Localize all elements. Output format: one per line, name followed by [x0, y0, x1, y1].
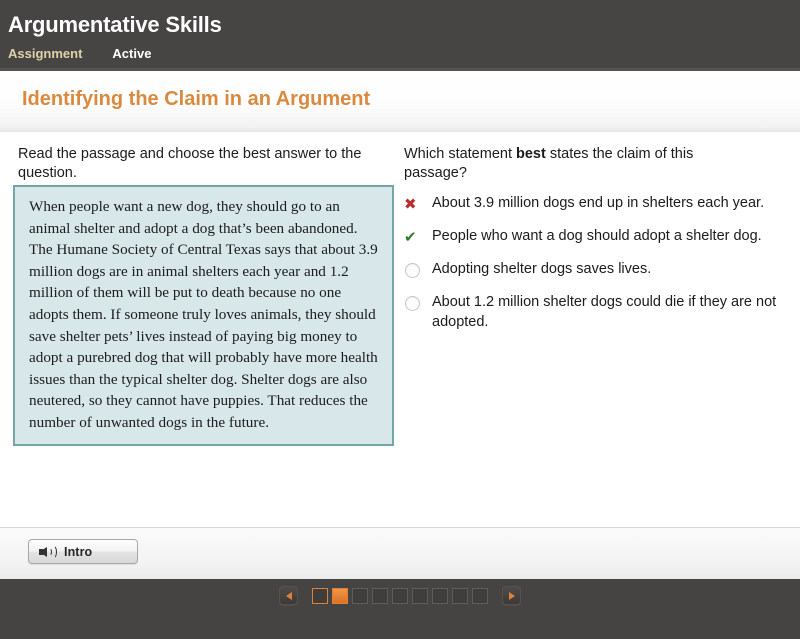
- answer-label: About 1.2 million shelter dogs could die…: [432, 294, 777, 330]
- main-content: Read the passage and choose the best ans…: [0, 132, 800, 527]
- passage-box: When people want a new dog, they should …: [13, 185, 394, 446]
- green-check-icon: ✔: [404, 228, 417, 246]
- answer-marker: ✖: [404, 194, 432, 214]
- question-prefix: Which statement: [404, 146, 517, 162]
- bottom-navigation-bar: 2 of 9: [0, 579, 800, 639]
- intro-button-label: Intro: [64, 544, 93, 559]
- question-emphasis: best: [516, 146, 546, 162]
- page-pip-7[interactable]: [432, 587, 448, 604]
- triangle-right-icon: [508, 591, 515, 600]
- pagination-controls: [0, 586, 800, 605]
- answer-marker: ✔: [404, 227, 432, 247]
- answer-options-list: ✖ About 3.9 million dogs end up in shelt…: [404, 194, 788, 344]
- answer-option[interactable]: ✔ People who want a dog should adopt a s…: [404, 227, 788, 248]
- answer-label: Adopting shelter dogs saves lives.: [432, 261, 652, 277]
- page-title: Identifying the Claim in an Argument: [22, 88, 371, 110]
- answer-option[interactable]: About 1.2 million shelter dogs could die…: [404, 293, 788, 332]
- page-pip-4[interactable]: [372, 587, 388, 604]
- header-meta: Assignment Active: [8, 46, 151, 61]
- answer-option[interactable]: Adopting shelter dogs saves lives.: [404, 260, 788, 281]
- answer-marker[interactable]: [404, 260, 432, 280]
- question-text: Which statement best states the claim of…: [404, 145, 734, 183]
- page-pip-1[interactable]: [312, 587, 328, 604]
- course-title: Argumentative Skills: [8, 12, 222, 37]
- answer-label: People who want a dog should adopt a she…: [432, 228, 762, 244]
- answer-label: About 3.9 million dogs end up in shelter…: [432, 195, 765, 211]
- app-header: Argumentative Skills Assignment Active: [0, 0, 800, 71]
- answer-marker[interactable]: [404, 293, 432, 313]
- page-pip-2[interactable]: [332, 587, 348, 604]
- radio-circle-icon[interactable]: [405, 296, 420, 311]
- page-pip-5[interactable]: [392, 587, 408, 604]
- assignment-type-label: Assignment: [8, 46, 83, 61]
- triangle-left-icon: [285, 591, 292, 600]
- intro-audio-button[interactable]: Intro: [28, 539, 138, 564]
- page-pip-6[interactable]: [412, 587, 428, 604]
- red-x-icon: ✖: [404, 195, 417, 213]
- instructions-text: Read the passage and choose the best ans…: [18, 146, 362, 181]
- next-page-button[interactable]: [502, 586, 521, 605]
- page-pip-9[interactable]: [472, 587, 488, 604]
- radio-circle-icon[interactable]: [405, 263, 420, 278]
- page-pip-3[interactable]: [352, 587, 368, 604]
- page-pip-8[interactable]: [452, 587, 468, 604]
- assignment-status-label: Active: [112, 46, 152, 61]
- speaker-icon: [39, 544, 57, 559]
- answer-option[interactable]: ✖ About 3.9 million dogs end up in shelt…: [404, 194, 788, 215]
- lesson-page: Argumentative Skills Assignment Active Id…: [0, 0, 800, 639]
- previous-page-button[interactable]: [279, 586, 298, 605]
- passage-text: When people want a new dog, they should …: [29, 198, 378, 431]
- page-pips: [312, 587, 488, 604]
